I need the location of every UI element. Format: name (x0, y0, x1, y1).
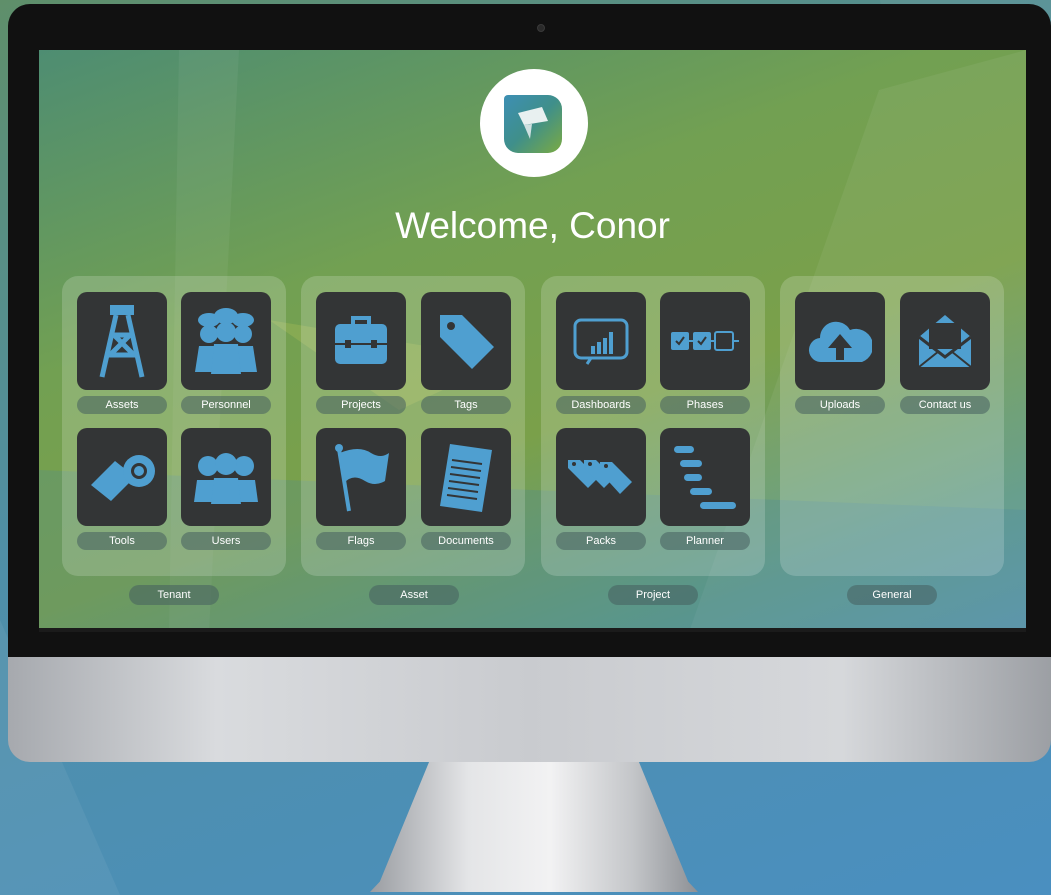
tile-flags[interactable]: Flags (316, 428, 406, 550)
pipe-tool-icon (91, 455, 155, 501)
app-logo[interactable] (480, 69, 588, 177)
users-icon (194, 453, 258, 504)
tile-documents[interactable]: Documents (421, 428, 511, 550)
tile-label: Tags (421, 396, 511, 414)
tile-label: Contact us (900, 396, 990, 414)
tile-label: Tools (77, 532, 167, 550)
document-icon (440, 444, 492, 512)
tile-users[interactable]: Users (181, 428, 271, 550)
briefcase-icon (335, 316, 387, 364)
tile-label: Dashboards (556, 396, 646, 414)
tile-label: Personnel (181, 396, 271, 414)
tile-label: Users (181, 532, 271, 550)
tile-label: Phases (660, 396, 750, 414)
tile-phases[interactable]: Phases (660, 292, 750, 414)
tile-label: Documents (421, 532, 511, 550)
group-button-asset[interactable]: Asset (369, 585, 459, 605)
tile-contact-us[interactable]: Contact us (900, 292, 990, 414)
group-button-general[interactable]: General (847, 585, 937, 605)
tags-pack-icon (568, 460, 632, 494)
group-button-tenant[interactable]: Tenant (129, 585, 219, 605)
tile-label: Flags (316, 532, 406, 550)
gantt-planner-icon (674, 446, 736, 509)
tile-tools[interactable]: Tools (77, 428, 167, 550)
screen-edge (39, 628, 1026, 632)
tile-packs[interactable]: Packs (556, 428, 646, 550)
welcome-heading: Welcome, Conor (395, 205, 670, 246)
group-button-project[interactable]: Project (608, 585, 698, 605)
envelope-icon (918, 315, 972, 368)
workers-icon (195, 308, 257, 374)
tile-label: Planner (660, 532, 750, 550)
logo-mark-icon (504, 95, 562, 153)
app-screen: Welcome, Conor Assets Personnel Tools Us… (39, 50, 1026, 632)
camera-icon (537, 24, 545, 32)
tag-icon (440, 315, 494, 369)
tile-uploads[interactable]: Uploads (795, 292, 885, 414)
monitor-chin (8, 657, 1051, 762)
tile-tags[interactable]: Tags (421, 292, 511, 414)
tile-personnel[interactable]: Personnel (181, 292, 271, 414)
phases-icon (671, 331, 739, 351)
monitor-stand (370, 762, 698, 892)
flag-icon (335, 444, 389, 512)
tile-projects[interactable]: Projects (316, 292, 406, 414)
tile-label: Packs (556, 532, 646, 550)
tile-label: Uploads (795, 396, 885, 414)
tile-assets[interactable]: Assets (77, 292, 167, 414)
dashboard-chart-icon (573, 318, 629, 365)
tile-dashboards[interactable]: Dashboards (556, 292, 646, 414)
tile-label: Assets (77, 396, 167, 414)
tile-planner[interactable]: Planner (660, 428, 750, 550)
oil-rig-icon (99, 305, 145, 378)
tile-label: Projects (316, 396, 406, 414)
cloud-upload-icon (809, 321, 872, 363)
